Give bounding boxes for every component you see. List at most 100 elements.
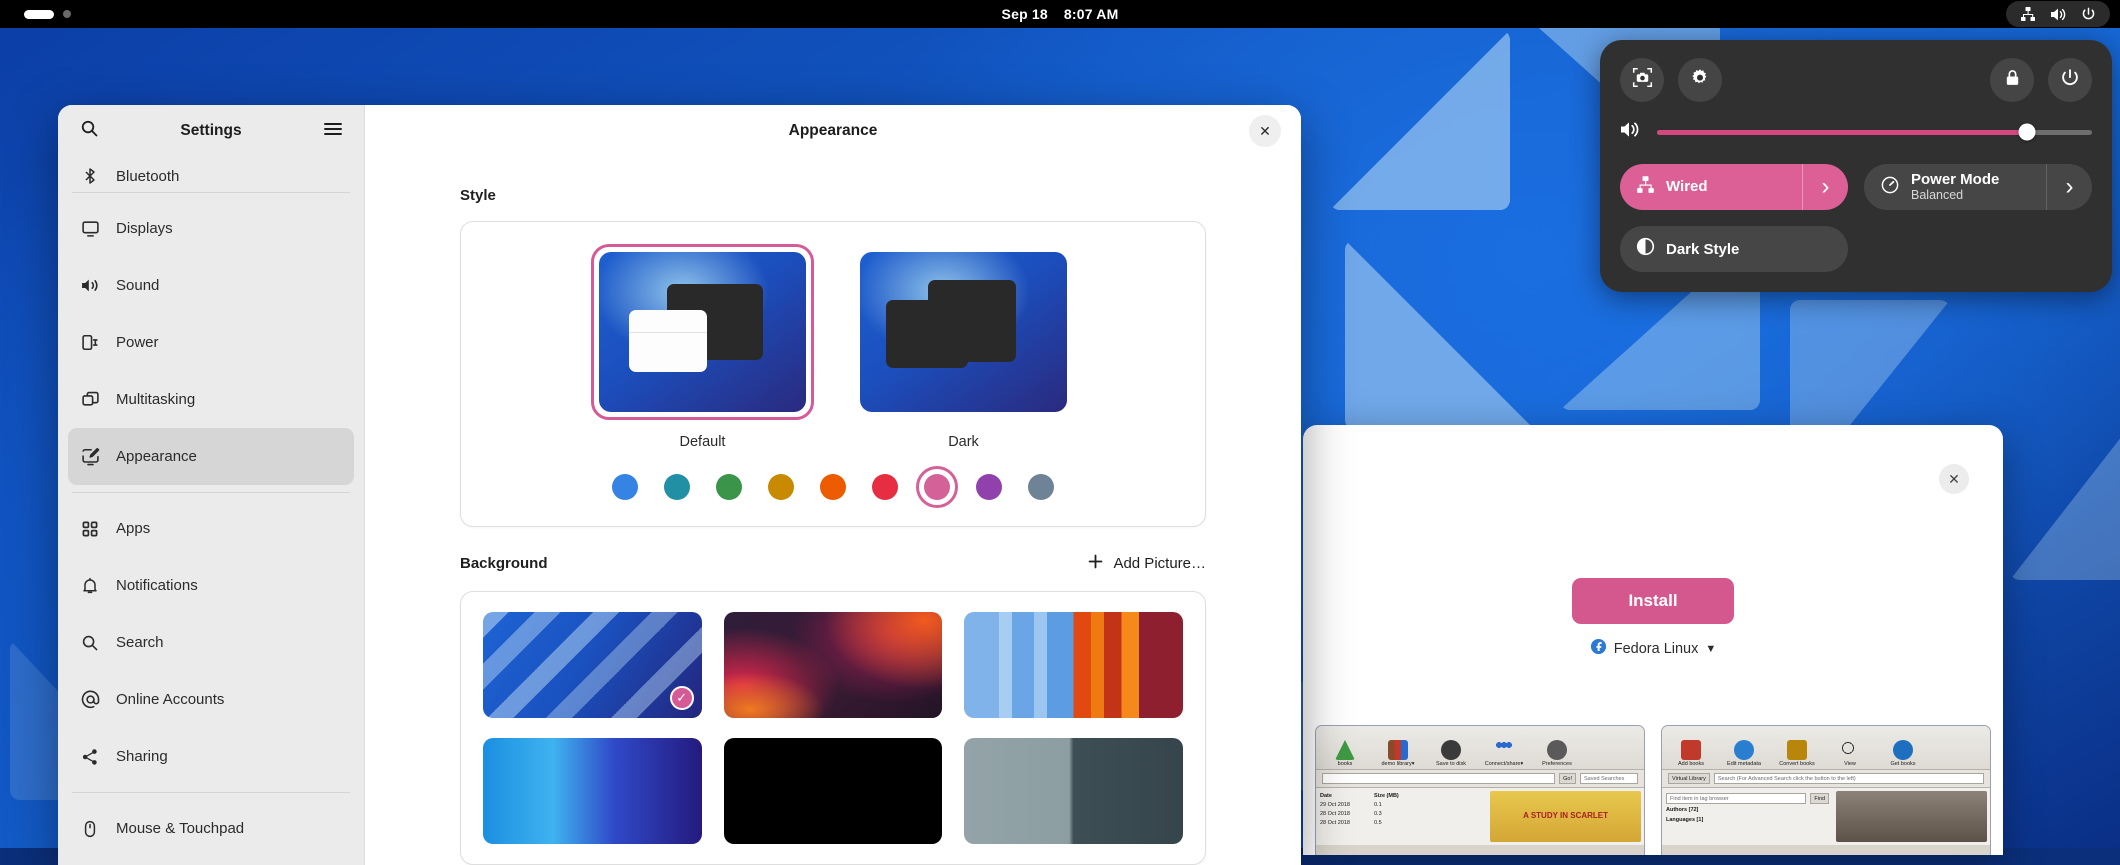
- sidebar-item-displays[interactable]: Displays: [68, 200, 354, 257]
- workspace-indicator[interactable]: [24, 10, 71, 19]
- wallpaper-blue-geometric[interactable]: ✓: [483, 612, 702, 718]
- sidebar-item-apps[interactable]: Apps: [68, 500, 354, 557]
- accent-color-blue[interactable]: [612, 474, 638, 500]
- accent-color-red[interactable]: [872, 474, 898, 500]
- style-option-default[interactable]: Default: [591, 244, 814, 450]
- wallpaper-blue-orange-drip[interactable]: [964, 612, 1183, 718]
- speedometer-icon: [1880, 175, 1900, 200]
- sidebar-title: Settings: [116, 122, 306, 140]
- chevron-right-icon: ›: [2066, 175, 2074, 199]
- screenshot-thumbnail[interactable]: Add books Edit metadata Convert books Vi…: [1661, 725, 1991, 855]
- volume-slider-handle[interactable]: [2018, 124, 2035, 141]
- tree-item[interactable]: Authors [72]: [1666, 805, 1829, 815]
- tool-label: Connect/share▾: [1485, 761, 1524, 767]
- sidebar-item-label: Search: [116, 634, 164, 651]
- sidebar-divider: [72, 792, 350, 793]
- system-tray-button[interactable]: [2006, 1, 2110, 27]
- tool-label: Add books: [1678, 761, 1704, 767]
- workspace-inactive-dot: [63, 10, 71, 18]
- wired-expand-arrow[interactable]: ›: [1802, 164, 1848, 210]
- sidebar-item-sound[interactable]: Sound: [68, 257, 354, 314]
- topbar-time: 8:07 AM: [1064, 6, 1119, 22]
- volume-slider[interactable]: [1657, 130, 2092, 135]
- lock-button[interactable]: [1990, 58, 2034, 102]
- calibre-go-button[interactable]: Go!: [1559, 773, 1576, 784]
- wallpaper-shape: [1345, 240, 1535, 430]
- calibre-search-field[interactable]: [1322, 773, 1555, 784]
- sidebar-menu-button[interactable]: [316, 114, 350, 148]
- accent-color-teal[interactable]: [664, 474, 690, 500]
- calibre-find-field[interactable]: Find item in tag browser: [1666, 793, 1806, 804]
- wallpaper-selected-check: ✓: [670, 686, 694, 710]
- power-mode-expand-arrow[interactable]: ›: [2046, 164, 2092, 210]
- tool-label: Preferences: [1542, 761, 1572, 767]
- settings-close-button[interactable]: ✕: [1249, 115, 1281, 147]
- sidebar-item-multitasking[interactable]: Multitasking: [68, 371, 354, 428]
- wired-network-toggle[interactable]: Wired ›: [1620, 164, 1848, 210]
- screenshot-thumbnail[interactable]: books demo library▾ Save to disk Connect…: [1315, 725, 1645, 855]
- power-mode-toggle-main[interactable]: Power Mode Balanced: [1864, 164, 2046, 210]
- check-icon: ✓: [676, 690, 687, 706]
- accent-color-yellow[interactable]: [768, 474, 794, 500]
- sound-icon: [80, 276, 100, 295]
- accent-color-pink[interactable]: [924, 474, 950, 500]
- background-section-header: Background Add Picture…: [460, 553, 1206, 574]
- wallpaper-gray-slate[interactable]: [964, 738, 1183, 844]
- sidebar-item-label: Multitasking: [116, 391, 195, 408]
- mouse-icon: [80, 820, 100, 838]
- wallpaper-dark-waves-red[interactable]: [724, 612, 943, 718]
- wallpaper-black-plain[interactable]: [724, 738, 943, 844]
- tree-item[interactable]: Languages [1]: [1666, 815, 1829, 825]
- settings-button[interactable]: [1678, 58, 1722, 102]
- style-option-dark[interactable]: Dark: [852, 244, 1075, 450]
- sidebar-item-label: Appearance: [116, 448, 197, 465]
- sidebar-search-button[interactable]: [72, 114, 106, 148]
- sidebar-item-notifications[interactable]: Notifications: [68, 557, 354, 614]
- appearance-panel: Appearance ✕ Style: [365, 105, 1301, 865]
- add-picture-button[interactable]: Add Picture…: [1087, 553, 1206, 574]
- wallpaper-blue-indigo-gradient[interactable]: [483, 738, 702, 844]
- panel-scroll-area[interactable]: Style Default: [365, 157, 1301, 865]
- virtual-library-button[interactable]: Virtual Library: [1668, 773, 1710, 784]
- sidebar-item-appearance[interactable]: Appearance: [68, 428, 354, 485]
- screenshot-button[interactable]: [1620, 58, 1664, 102]
- sidebar-item-label: Mouse & Touchpad: [116, 820, 244, 837]
- quick-settings-toggles: Wired › Power Mode Balanced: [1620, 164, 2092, 210]
- table-header: Date Size (MB): [1320, 791, 1483, 800]
- sidebar-item-power[interactable]: Power: [68, 314, 354, 371]
- sidebar-item-online-accounts[interactable]: Online Accounts: [68, 671, 354, 728]
- multitasking-icon: [80, 390, 100, 409]
- style-options: Default Dark: [461, 244, 1205, 450]
- search-icon: [80, 634, 100, 652]
- calibre-advanced-search[interactable]: Search (For Advanced Search click the bu…: [1714, 773, 1984, 784]
- chevron-right-icon: ›: [1822, 175, 1830, 199]
- software-screenshot-strip: books demo library▾ Save to disk Connect…: [1303, 725, 2003, 855]
- panel-header: Appearance ✕: [365, 105, 1301, 157]
- dark-style-toggle[interactable]: Dark Style: [1620, 226, 1848, 272]
- accent-color-purple[interactable]: [976, 474, 1002, 500]
- wired-toggle-main[interactable]: Wired: [1620, 164, 1802, 210]
- calibre-toolbar: books demo library▾ Save to disk Connect…: [1316, 726, 1644, 770]
- sidebar-item-sharing[interactable]: Sharing: [68, 728, 354, 785]
- calibre-find-button[interactable]: Find: [1810, 793, 1829, 804]
- accent-color-green[interactable]: [716, 474, 742, 500]
- sidebar-item-label: Apps: [116, 520, 150, 537]
- style-preview-dark: [860, 252, 1067, 412]
- power-menu-button[interactable]: [2048, 58, 2092, 102]
- wallpaper-grid: ✓: [483, 612, 1183, 844]
- calibre-saved-searches[interactable]: Saved Searches: [1580, 773, 1638, 784]
- accent-color-orange[interactable]: [820, 474, 846, 500]
- install-button[interactable]: Install: [1572, 578, 1733, 624]
- half-circle-icon: [1636, 237, 1655, 261]
- sidebar-item-bluetooth[interactable]: Bluetooth: [68, 157, 354, 185]
- accent-color-slate[interactable]: [1028, 474, 1054, 500]
- clock-button[interactable]: Sep 18 8:07 AM: [1002, 6, 1119, 22]
- book-cover: [1836, 791, 1987, 842]
- table-row: 28 Oct 2018 0.3: [1320, 809, 1483, 818]
- power-mode-toggle[interactable]: Power Mode Balanced ›: [1864, 164, 2092, 210]
- sidebar-item-list: Bluetooth Displays: [58, 157, 364, 865]
- sidebar-item-search[interactable]: Search: [68, 614, 354, 671]
- sidebar-item-mouse-touchpad[interactable]: Mouse & Touchpad: [68, 800, 354, 857]
- plus-icon: [1087, 553, 1104, 574]
- software-source-selector[interactable]: Fedora Linux ▼: [1590, 638, 1717, 659]
